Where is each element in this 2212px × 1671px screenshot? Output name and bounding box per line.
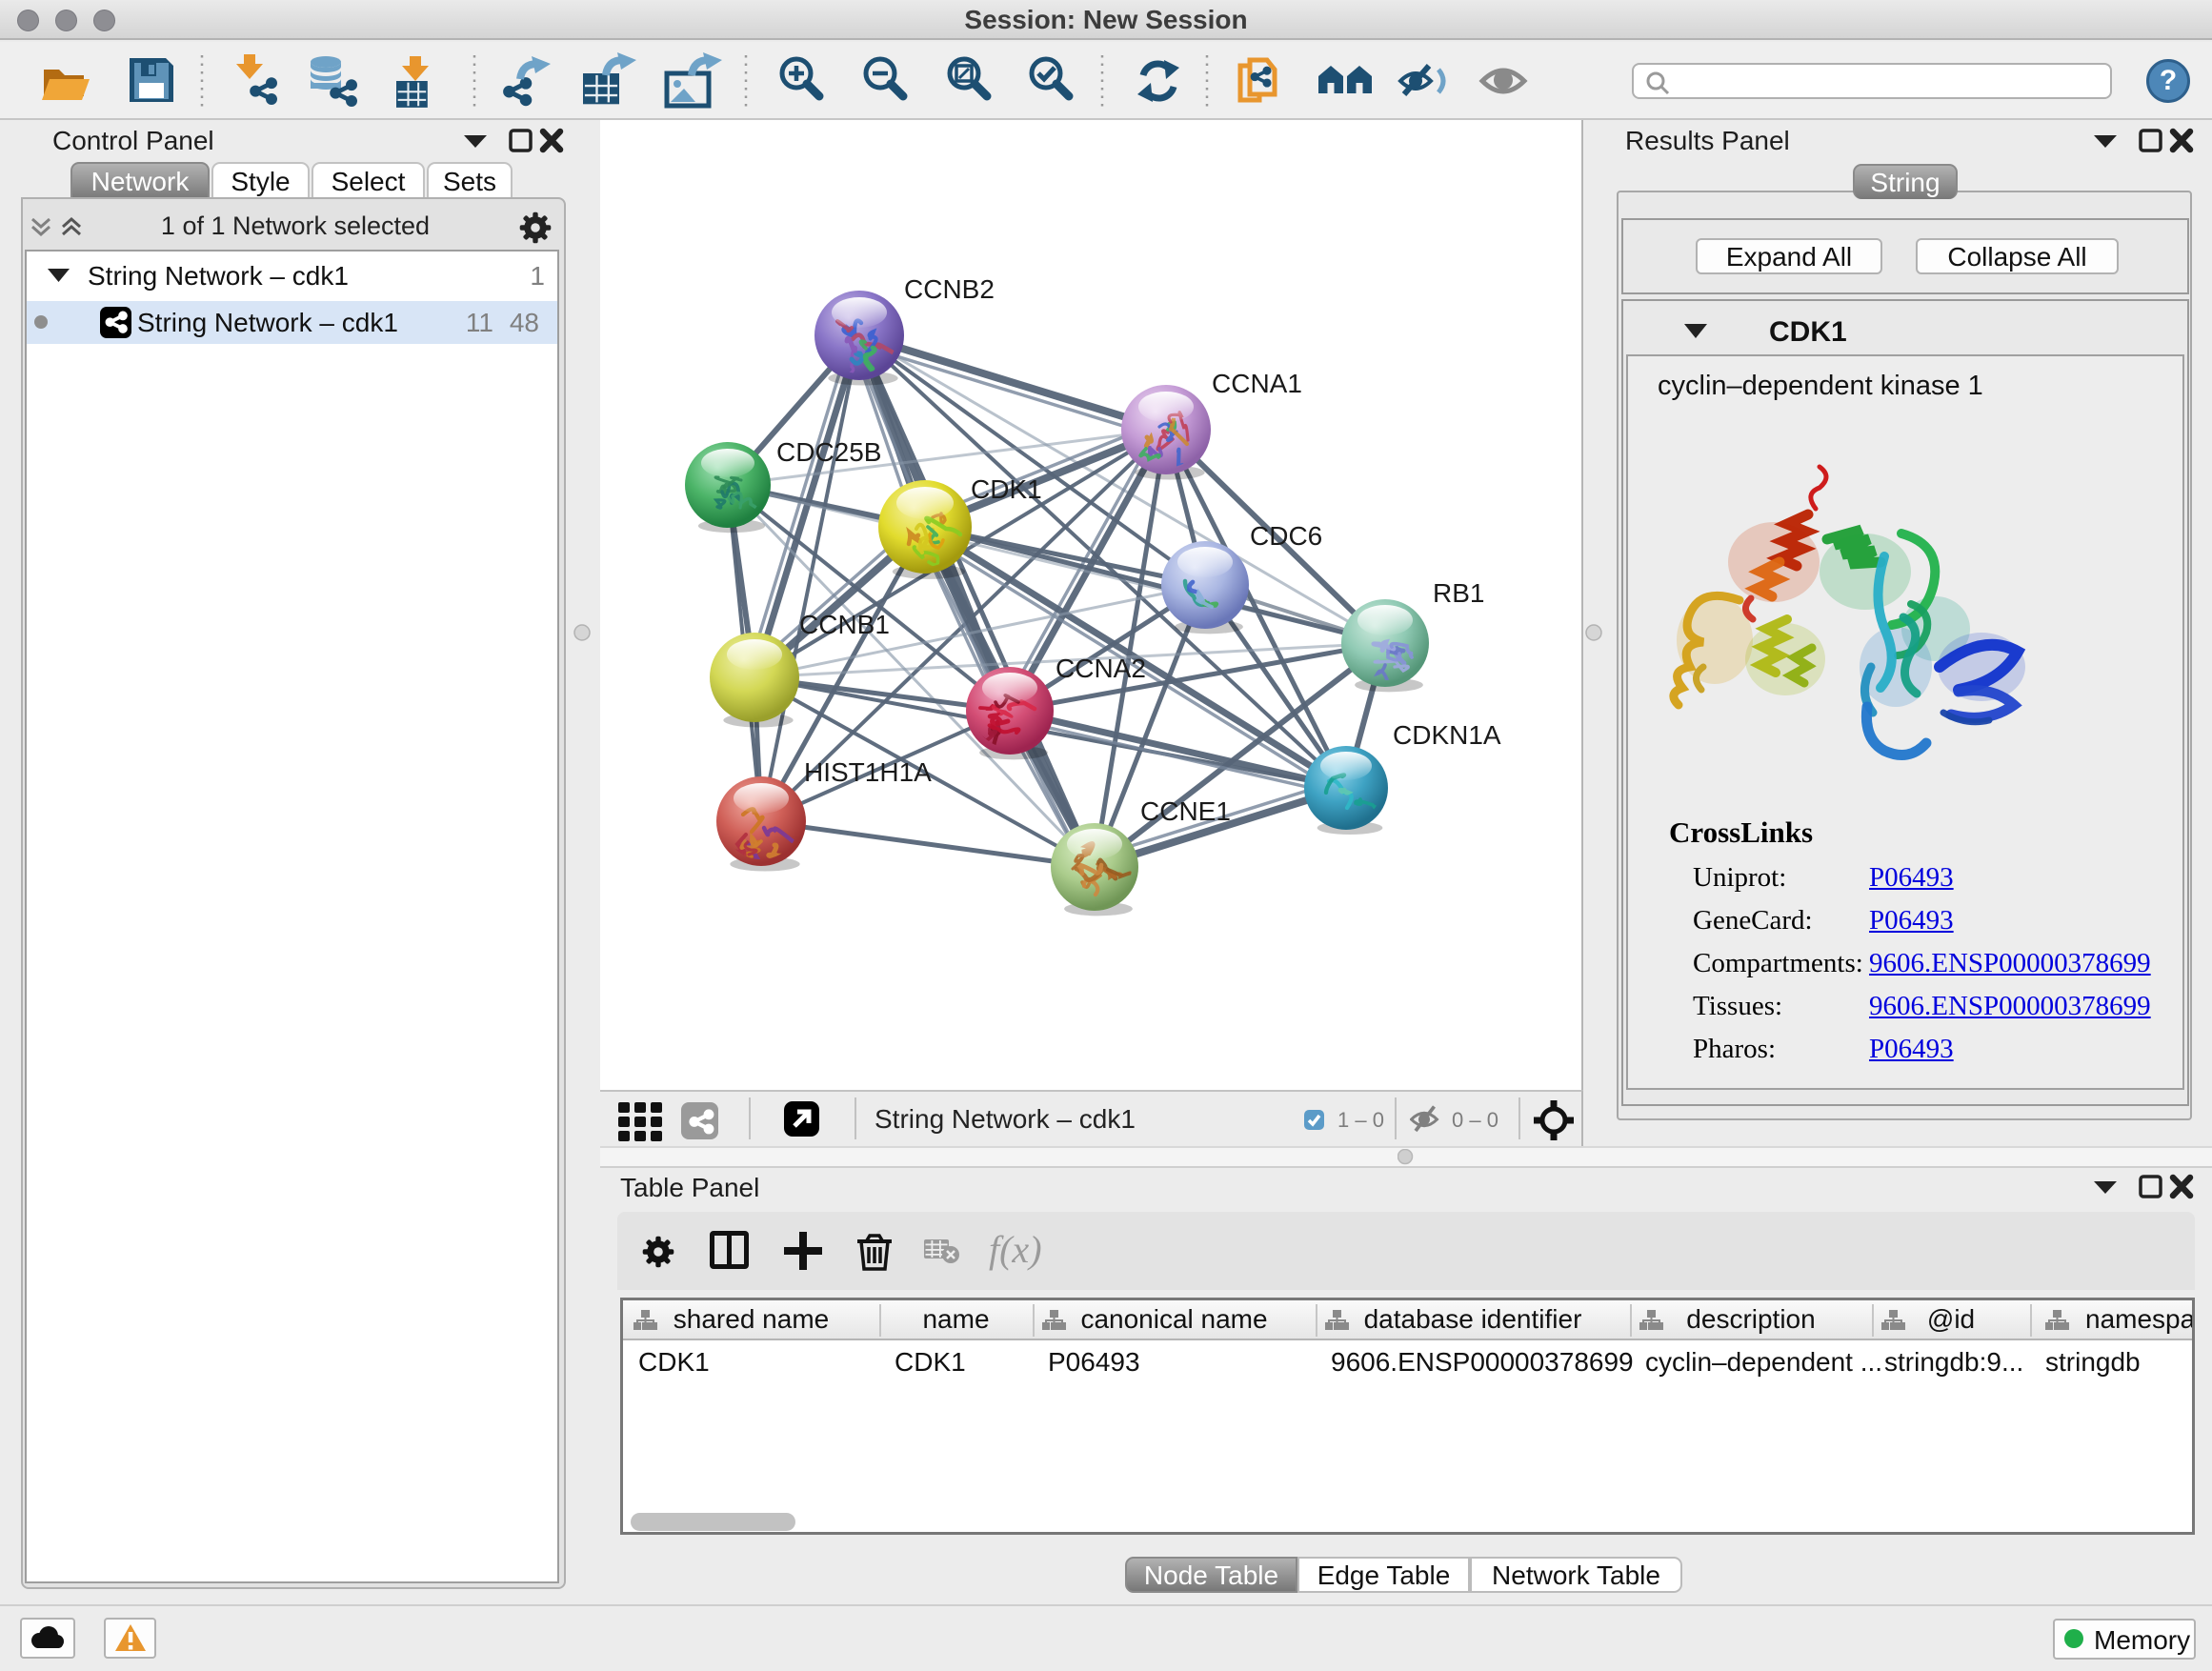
svg-text:CCNB1: CCNB1 xyxy=(799,610,890,639)
svg-text:CDKN1A: CDKN1A xyxy=(1393,720,1501,750)
svg-text:CDC25B: CDC25B xyxy=(776,437,881,467)
svg-text:CCNE1: CCNE1 xyxy=(1140,796,1231,826)
svg-text:RB1: RB1 xyxy=(1433,578,1484,608)
svg-text:CDK1: CDK1 xyxy=(971,474,1042,504)
svg-text:CCNA1: CCNA1 xyxy=(1212,369,1302,398)
svg-text:CCNA2: CCNA2 xyxy=(1056,654,1146,683)
svg-text:CCNB2: CCNB2 xyxy=(904,274,995,304)
svg-text:CDC6: CDC6 xyxy=(1250,521,1322,551)
svg-text:HIST1H1A: HIST1H1A xyxy=(804,757,932,787)
